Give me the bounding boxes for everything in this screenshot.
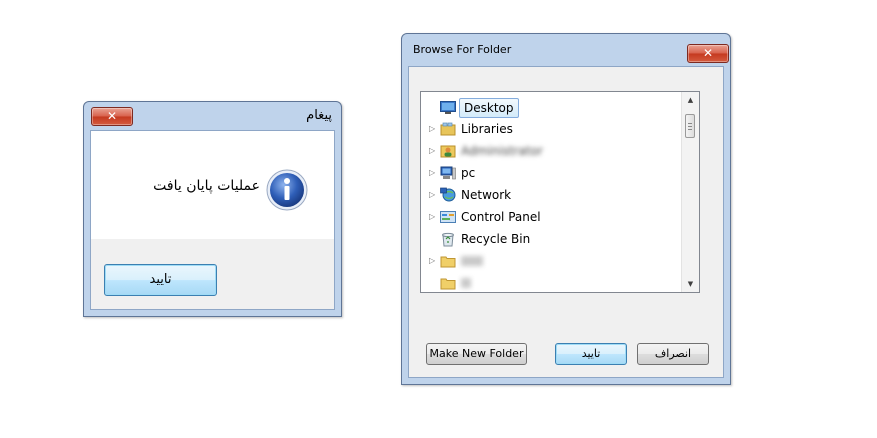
message-dialog-titlebar[interactable]: ✕ پیغام <box>84 102 341 130</box>
message-text: عملیات پایان یافت <box>153 178 260 194</box>
tree-item-control-panel[interactable]: ▷ Control Panel <box>421 206 683 228</box>
cancel-button[interactable]: انصراف <box>637 343 709 365</box>
expand-arrow-icon[interactable]: ▷ <box>429 206 435 228</box>
close-button[interactable]: ✕ <box>687 44 729 63</box>
recycle-bin-icon <box>442 232 454 247</box>
tree-item-label: Recycle Bin <box>461 232 531 246</box>
dialog-title: پیغام <box>306 108 332 123</box>
expand-arrow-icon[interactable]: ▷ <box>429 140 435 162</box>
expand-arrow-icon[interactable]: ▷ <box>429 118 435 140</box>
tree-item-user-folder[interactable]: ▷ Administrator <box>421 140 683 162</box>
tree-item-folder[interactable]: ▷ <box>421 250 683 272</box>
grip-line <box>688 123 692 124</box>
close-icon: ✕ <box>702 46 714 60</box>
grip-line <box>688 126 692 127</box>
expand-arrow-icon[interactable]: ▷ <box>429 162 435 184</box>
tree-item-label: Desktop <box>459 98 519 118</box>
close-button[interactable]: ✕ <box>91 107 133 126</box>
info-icon <box>266 169 308 211</box>
tree-item-desktop[interactable]: Desktop <box>421 96 683 118</box>
desktop-icon <box>440 101 456 114</box>
vertical-scrollbar[interactable]: ▲ ▼ <box>681 92 699 292</box>
tree-item-label: pc <box>461 166 476 180</box>
control-panel-icon <box>440 211 456 223</box>
dialog-title: Browse For Folder <box>413 43 512 56</box>
scrollbar-thumb[interactable] <box>685 114 695 138</box>
tree-item-label <box>461 256 483 266</box>
tree-item-label: Libraries <box>461 122 513 136</box>
tree-item-network[interactable]: ▷ Network <box>421 184 683 206</box>
tree-item-libraries[interactable]: ▷ Libraries <box>421 118 683 140</box>
expand-arrow-icon[interactable]: ▷ <box>429 184 435 206</box>
folder-tree[interactable]: Desktop ▷ Libraries ▷ Administrator ▷ pc… <box>420 91 700 293</box>
ok-button[interactable]: تایید <box>555 343 627 365</box>
folder-icon <box>440 278 456 290</box>
tree-item-pc[interactable]: ▷ pc <box>421 162 683 184</box>
network-icon <box>440 187 456 202</box>
tree-item-label: Control Panel <box>461 210 541 224</box>
close-icon: ✕ <box>106 109 118 123</box>
browse-dialog-titlebar[interactable]: Browse For Folder ✕ <box>402 34 730 66</box>
expand-arrow-icon[interactable]: ▷ <box>429 250 435 272</box>
tree-item-label: Network <box>461 188 512 202</box>
computer-icon <box>440 166 456 180</box>
scroll-up-icon[interactable]: ▲ <box>682 92 699 108</box>
tree-item-recycle-bin[interactable]: Recycle Bin <box>421 228 683 250</box>
libraries-icon <box>440 122 456 136</box>
ok-button[interactable]: تایید <box>104 264 217 296</box>
tree-item-folder[interactable] <box>421 272 683 292</box>
tree-item-label <box>461 278 471 288</box>
folder-icon <box>440 256 456 268</box>
tree-item-label: Administrator <box>461 144 543 158</box>
browse-for-folder-dialog: Browse For Folder ✕ Desktop ▷ Libraries <box>401 33 731 385</box>
message-dialog: ✕ پیغام عملیات پایان یافت تایید <box>83 101 342 317</box>
message-dialog-body: عملیات پایان یافت تایید <box>90 130 335 310</box>
make-new-folder-button[interactable]: Make New Folder <box>426 343 527 365</box>
grip-line <box>688 129 692 130</box>
scroll-down-icon[interactable]: ▼ <box>682 276 699 292</box>
user-folder-icon <box>440 145 456 158</box>
